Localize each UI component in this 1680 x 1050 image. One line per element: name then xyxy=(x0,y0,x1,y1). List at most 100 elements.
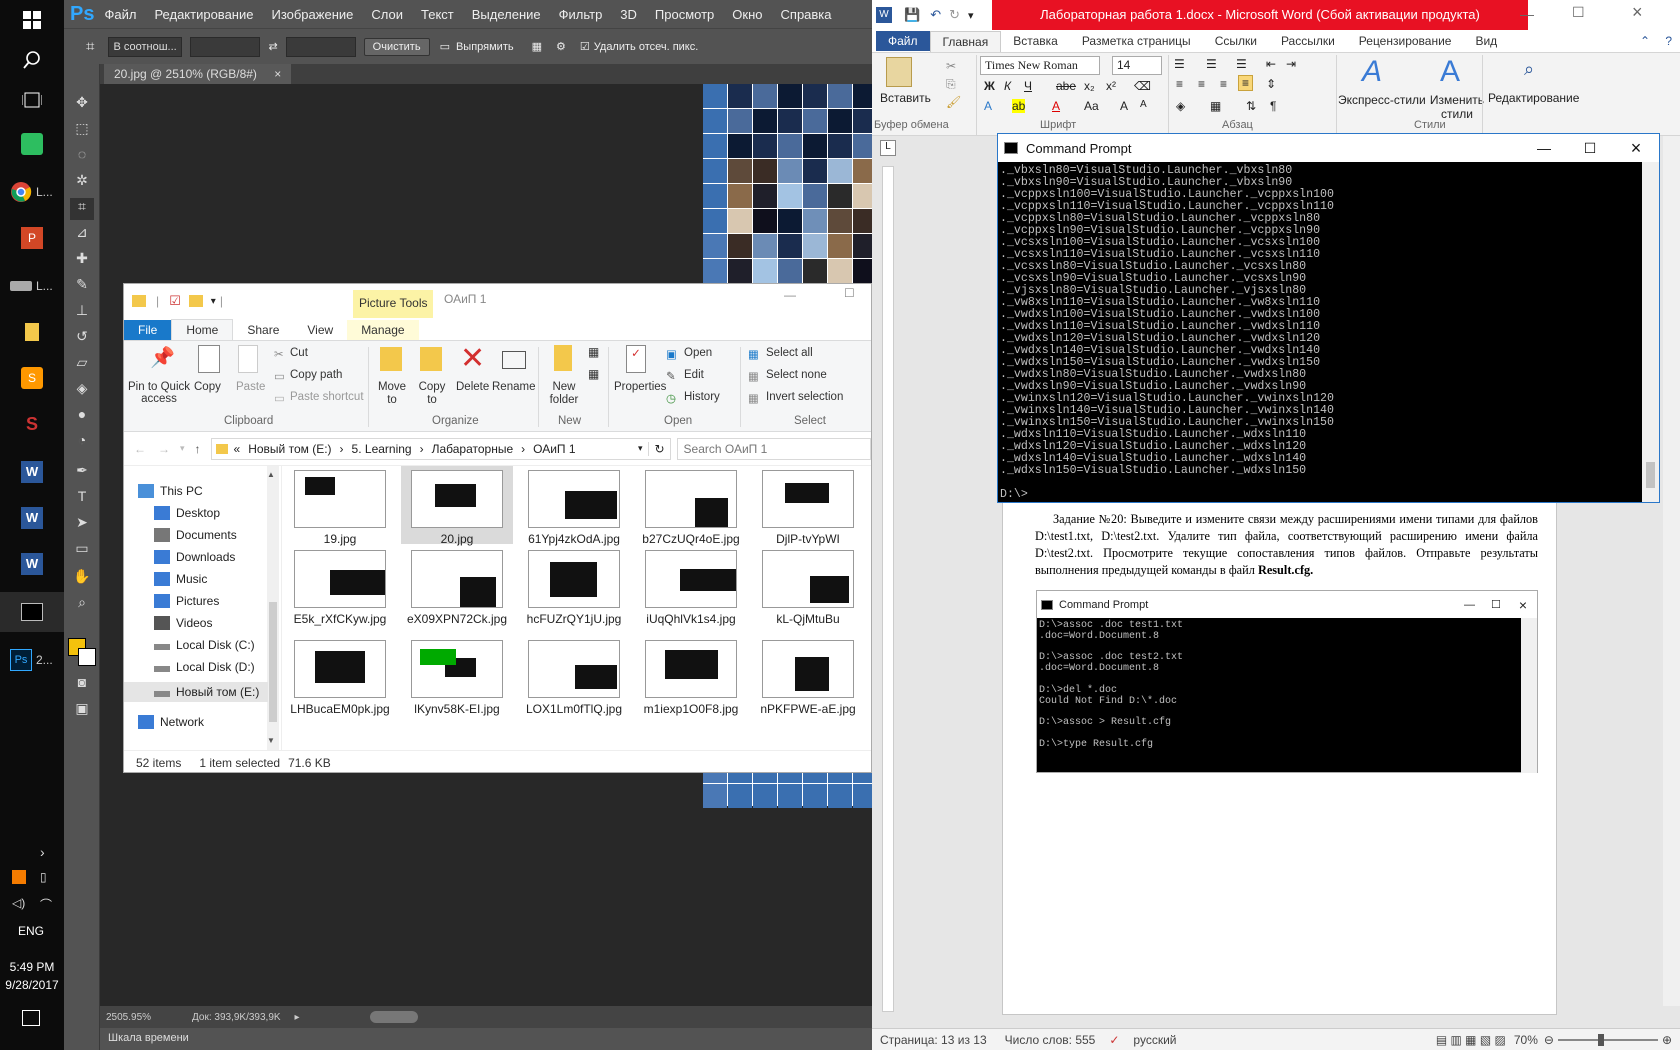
save-icon[interactable]: 💾 xyxy=(904,7,920,23)
language-status[interactable]: русский xyxy=(1133,1033,1176,1047)
tray-app-icon[interactable] xyxy=(12,870,26,884)
height-field[interactable] xyxy=(285,36,356,57)
sublime-icon[interactable]: S xyxy=(0,358,64,398)
clear-format-icon[interactable]: ⌫ xyxy=(1134,79,1151,93)
evernote-icon[interactable] xyxy=(0,124,64,164)
eraser-icon[interactable]: ▱ xyxy=(70,354,94,376)
chrome-taskbar-item[interactable]: L... xyxy=(0,172,64,212)
editing-button[interactable]: Редактирование xyxy=(1488,91,1579,105)
show-marks-icon[interactable]: ¶ xyxy=(1270,99,1276,113)
word-tab-layout[interactable]: Разметка страницы xyxy=(1070,31,1203,51)
up-arrow-icon[interactable]: ↑ xyxy=(195,442,201,456)
sort-icon[interactable]: ⇅ xyxy=(1246,99,1256,113)
word-tab-view[interactable]: Вид xyxy=(1463,31,1509,51)
express-styles-icon[interactable]: A xyxy=(1362,55,1382,89)
file-item[interactable]: m1iexp1O0F8.jpg xyxy=(635,636,747,716)
file-item[interactable]: b27CzUQr4oE.jpg xyxy=(635,466,747,546)
redo-icon[interactable]: ↻ xyxy=(949,7,960,23)
cmd-icon[interactable] xyxy=(0,592,64,632)
open-button[interactable]: Open xyxy=(684,347,712,359)
zoom-slider[interactable] xyxy=(1557,1033,1658,1046)
move-tool-icon[interactable]: ✥ xyxy=(70,94,94,116)
address-dropdown-icon[interactable]: ▾ xyxy=(638,443,643,454)
new-item-icon[interactable]: ▦ xyxy=(588,345,599,359)
underline-icon[interactable]: Ч xyxy=(1024,79,1032,93)
width-field[interactable] xyxy=(190,36,261,57)
select-none-icon[interactable]: ▦ xyxy=(748,369,759,383)
minimize-button[interactable]: — xyxy=(1520,6,1534,22)
search-input[interactable]: Search ОАиП 1 xyxy=(676,437,871,460)
file-item[interactable]: E5k_rXfCKyw.jpg xyxy=(284,546,396,626)
grid-overlay-icon[interactable]: ▦ xyxy=(532,40,542,53)
dodge-icon[interactable]: ◔ xyxy=(70,432,94,454)
ex-tab-home[interactable]: Home xyxy=(171,319,234,340)
highlight-icon[interactable]: ab xyxy=(1012,99,1026,113)
ps-timeline-tab[interactable]: Шкала времени xyxy=(100,1028,872,1050)
word-icon[interactable]: W xyxy=(0,544,64,584)
ratio-select[interactable]: В соотнош... xyxy=(108,36,183,57)
clear-button[interactable]: Очистить xyxy=(363,37,430,56)
ps-document-tab[interactable]: 20.jpg @ 2510% (RGB/8#) × xyxy=(104,64,292,84)
minimize-button[interactable]: — xyxy=(1521,140,1567,156)
new-folder-button[interactable]: New folder xyxy=(544,381,584,407)
maximize-button[interactable]: ☐ xyxy=(844,286,855,300)
file-item[interactable]: LHBucaEM0pk.jpg xyxy=(284,636,396,716)
ex-tab-share[interactable]: Share xyxy=(233,320,293,340)
file-item[interactable]: lKynv58K-EI.jpg xyxy=(401,636,513,716)
ps-menu-view[interactable]: Просмотр xyxy=(655,7,714,22)
maximize-button[interactable]: ☐ xyxy=(1572,4,1585,21)
qat-dropdown-icon[interactable]: ▾ xyxy=(211,296,216,307)
zoom-out-icon[interactable]: ⊖ xyxy=(1544,1033,1554,1047)
proofing-icon[interactable]: ✓ xyxy=(1109,1033,1119,1047)
refresh-icon[interactable]: ↻ xyxy=(648,441,669,456)
delete-cropped-checkbox[interactable]: ☑ xyxy=(580,40,590,53)
language-indicator[interactable]: ENG xyxy=(18,924,44,938)
invert-selection-button[interactable]: Invert selection xyxy=(766,391,843,403)
grow-font-icon[interactable]: A xyxy=(1120,99,1128,113)
shading-icon[interactable]: ◈ xyxy=(1176,99,1185,113)
close-button[interactable]: × xyxy=(1632,2,1643,23)
word-icon[interactable]: W xyxy=(0,498,64,538)
zoom-icon[interactable]: ⌕ xyxy=(70,594,94,616)
quick-mask-icon[interactable]: ◙ xyxy=(70,674,94,696)
word-tab-insert[interactable]: Вставка xyxy=(1001,31,1070,51)
quick-access-dropdown-icon[interactable]: ▾ xyxy=(968,9,974,22)
ribbon-collapse-icon[interactable]: ⌃ xyxy=(1640,34,1650,48)
multilevel-list-icon[interactable]: ☰ xyxy=(1236,57,1247,71)
zoom-level[interactable]: 70% xyxy=(1514,1033,1538,1047)
search-icon[interactable] xyxy=(0,40,64,80)
word-tab-review[interactable]: Рецензирование xyxy=(1347,31,1464,51)
copy-icon[interactable] xyxy=(198,345,220,373)
ps-zoom-readout[interactable]: 2505.95% xyxy=(106,1012,176,1023)
font-color-icon[interactable]: A xyxy=(1052,99,1060,113)
breadcrumb-item[interactable]: 5. Learning xyxy=(352,442,412,456)
strikethrough-icon[interactable]: abe xyxy=(1056,79,1076,93)
nav-item[interactable]: Local Disk (C:) xyxy=(154,638,255,652)
paste-icon[interactable] xyxy=(238,345,258,373)
path-select-icon[interactable]: ➤ xyxy=(70,514,94,536)
delete-icon[interactable]: ✕ xyxy=(460,341,485,376)
nav-item[interactable]: Music xyxy=(154,572,207,586)
file-explorer-icon[interactable] xyxy=(0,312,64,352)
copy-path-button[interactable]: Copy path xyxy=(290,369,342,381)
cmd-output[interactable]: ._vbxsln80=VisualStudio.Launcher._vbxsln… xyxy=(998,162,1643,502)
hand-icon[interactable]: ✋ xyxy=(70,568,94,590)
breadcrumb-overflow[interactable]: « xyxy=(234,442,241,456)
recent-dropdown-icon[interactable]: ▾ xyxy=(180,443,185,454)
word-tab-references[interactable]: Ссылки xyxy=(1203,31,1269,51)
file-item[interactable]: nPKFPWE-aE.jpg xyxy=(752,636,864,716)
page-count[interactable]: Страница: 13 из 13 xyxy=(880,1033,987,1047)
ps-menu-file[interactable]: Файл xyxy=(104,7,136,22)
word-tab-home[interactable]: Главная xyxy=(929,30,1002,52)
swap-icon[interactable]: ⇄ xyxy=(268,40,277,53)
shrink-font-icon[interactable]: A xyxy=(1140,99,1147,110)
ps-status-arrow-icon[interactable]: ▸ xyxy=(295,1012,300,1023)
pen-icon[interactable]: ✒ xyxy=(70,462,94,484)
minimize-button[interactable]: — xyxy=(784,288,796,302)
nav-item[interactable]: Local Disk (D:) xyxy=(154,660,255,674)
breadcrumb-item[interactable]: ОАиП 1 xyxy=(533,442,575,456)
document-paragraph[interactable]: Задание №20: Выведите и измените связи м… xyxy=(1035,511,1538,579)
breadcrumb-item[interactable]: Лабараторные xyxy=(432,442,514,456)
nav-item[interactable]: Новый том (E:) xyxy=(124,682,268,702)
font-size-select[interactable]: 14 xyxy=(1112,56,1162,75)
